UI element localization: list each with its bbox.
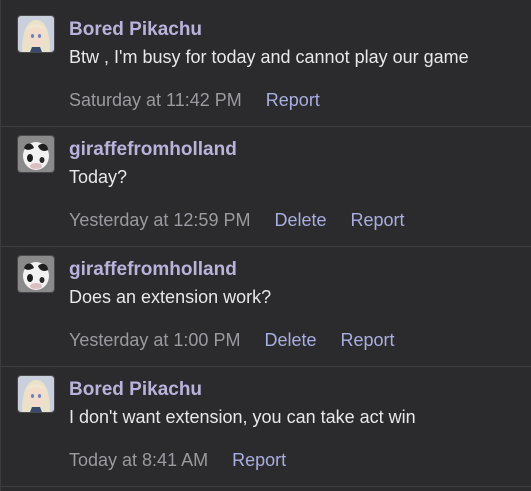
username[interactable]: giraffefromholland <box>69 139 237 161</box>
timestamp: Yesterday at 12:59 PM <box>69 210 251 230</box>
user-avatar[interactable] <box>18 256 54 292</box>
message-text: Today? <box>69 167 128 187</box>
message-item: Bored Pikachu I don't want extension, yo… <box>1 360 531 480</box>
timestamp: Today at 8:41 AM <box>69 450 209 470</box>
message-meta: Saturday at 11:42 PM Report <box>69 90 320 111</box>
message-item: giraffefromholland Does an extension wor… <box>1 240 531 360</box>
message-meta: Today at 8:41 AM Report <box>69 450 286 471</box>
anime-girl-avatar-icon <box>18 16 54 52</box>
message-text: Btw , I'm busy for today and cannot play… <box>69 47 469 67</box>
message-text: I don't want extension, you can take act… <box>69 407 416 427</box>
report-link[interactable]: Report <box>232 450 286 471</box>
timestamp: Saturday at 11:42 PM <box>69 90 242 110</box>
message-meta: Yesterday at 1:00 PM Delete Report <box>69 330 395 351</box>
delete-link[interactable]: Delete <box>264 330 316 351</box>
conversation-thread: Bored Pikachu Btw , I'm busy for today a… <box>0 0 531 491</box>
username[interactable]: Bored Pikachu <box>69 379 202 401</box>
username[interactable]: Bored Pikachu <box>69 19 202 41</box>
cow-avatar-icon <box>18 256 54 292</box>
delete-link[interactable]: Delete <box>274 210 326 231</box>
user-avatar[interactable] <box>18 16 54 52</box>
message-meta: Yesterday at 12:59 PM Delete Report <box>69 210 405 231</box>
anime-girl-avatar-icon <box>18 376 54 412</box>
user-avatar[interactable] <box>18 136 54 172</box>
cow-avatar-icon <box>18 136 54 172</box>
timestamp: Yesterday at 1:00 PM <box>69 330 241 350</box>
message-item: giraffefromholland Today? Yesterday at 1… <box>1 120 531 240</box>
message-text: Does an extension work? <box>69 287 272 307</box>
user-avatar[interactable] <box>18 376 54 412</box>
report-link[interactable]: Report <box>350 210 404 231</box>
username[interactable]: giraffefromholland <box>69 259 237 281</box>
report-link[interactable]: Report <box>266 90 320 111</box>
message-item: Bored Pikachu Btw , I'm busy for today a… <box>1 0 531 120</box>
report-link[interactable]: Report <box>340 330 394 351</box>
divider <box>1 486 531 487</box>
